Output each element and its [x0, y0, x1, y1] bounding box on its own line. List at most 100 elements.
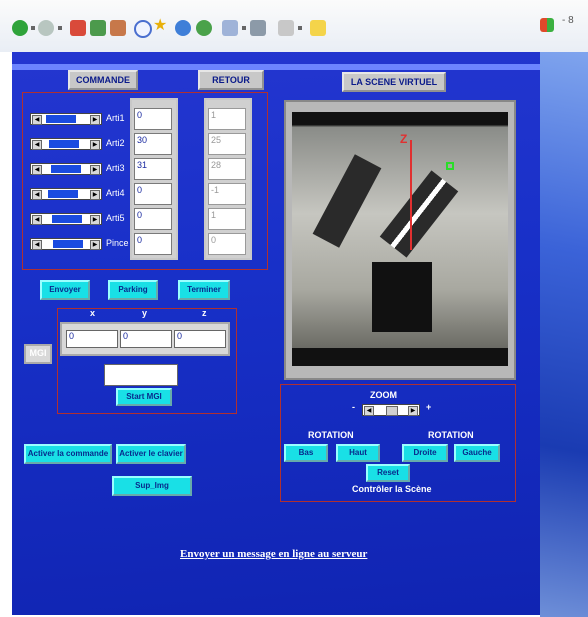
refresh-icon[interactable]	[90, 20, 106, 36]
scene-control-caption: Contrôler la Scène	[352, 484, 432, 494]
mgi-y-label: y	[142, 308, 148, 318]
joint-row: ◀ ▶ Arti4 0 -1	[30, 183, 260, 205]
tab-scene: LA SCENE VIRTUEL	[342, 72, 446, 92]
joint-slider-thumb[interactable]	[52, 240, 83, 248]
zoom-slider-thumb[interactable]	[385, 406, 398, 416]
joint-slider[interactable]: ◀ ▶	[30, 163, 102, 175]
zoom-label: ZOOM	[370, 390, 397, 400]
slider-left-arrow-icon[interactable]: ◀	[32, 140, 42, 150]
joint-slider[interactable]: ◀ ▶	[30, 188, 102, 200]
media-icon[interactable]	[175, 20, 191, 36]
joint-row: ◀ ▶ Arti1 0 1	[30, 108, 260, 130]
dropdown-arrow-icon[interactable]	[31, 26, 35, 30]
joint-label: Arti3	[106, 163, 125, 173]
scene-viewport[interactable]: Z	[292, 112, 508, 366]
joint-command-input[interactable]: 0	[134, 108, 172, 130]
gripper-marker	[446, 162, 454, 170]
joint-command-input[interactable]: 30	[134, 133, 172, 155]
joint-feedback-field: 0	[208, 233, 246, 255]
envoyer-button[interactable]: Envoyer	[40, 280, 90, 300]
joint-slider-thumb[interactable]	[48, 190, 79, 198]
joint-slider-thumb[interactable]	[51, 165, 82, 173]
print-icon[interactable]	[250, 20, 266, 36]
slider-right-arrow-icon[interactable]: ▶	[90, 215, 100, 225]
joint-command-input[interactable]: 31	[134, 158, 172, 180]
stop-icon[interactable]	[70, 20, 86, 36]
toolbar-text: - 8	[562, 15, 574, 26]
joint-slider[interactable]: ◀ ▶	[30, 138, 102, 150]
browser-toolbar: ★ - 8	[0, 0, 588, 52]
mgi-x-input[interactable]: 0	[66, 330, 118, 348]
activer-clavier-button[interactable]: Activer le clavier	[116, 444, 186, 464]
slider-left-arrow-icon[interactable]: ◀	[32, 165, 42, 175]
joint-label: Pince	[106, 238, 129, 248]
tab-retour: RETOUR	[198, 70, 264, 90]
windows-logo-icon	[540, 18, 554, 32]
mail-icon[interactable]	[222, 20, 238, 36]
joint-slider[interactable]: ◀ ▶	[30, 113, 102, 125]
start-mgi-button[interactable]: Start MGI	[116, 388, 172, 406]
robot-arm-left	[312, 154, 382, 248]
joint-label: Arti1	[106, 113, 125, 123]
forward-icon[interactable]	[38, 20, 54, 36]
joint-label: Arti4	[106, 188, 125, 198]
haut-button[interactable]: Haut	[336, 444, 380, 462]
dropdown-arrow-icon[interactable]	[298, 26, 302, 30]
send-message-link[interactable]: Envoyer un message en ligne au serveur	[180, 548, 367, 560]
terminer-button[interactable]: Terminer	[178, 280, 230, 300]
joint-feedback-field: 25	[208, 133, 246, 155]
slider-right-arrow-icon[interactable]: ▶	[90, 140, 100, 150]
zoom-minus-label: -	[352, 402, 355, 412]
slider-right-arrow-icon[interactable]: ▶	[90, 240, 100, 250]
slider-right-arrow-icon[interactable]: ▶	[90, 190, 100, 200]
back-icon[interactable]	[12, 20, 28, 36]
joint-slider-thumb[interactable]	[45, 115, 76, 123]
joint-command-input[interactable]: 0	[134, 208, 172, 230]
mgi-z-input[interactable]: 0	[174, 330, 226, 348]
edit-icon[interactable]	[278, 20, 294, 36]
slider-right-arrow-icon[interactable]: ▶	[408, 406, 418, 416]
bas-button[interactable]: Bas	[284, 444, 328, 462]
history-icon[interactable]	[196, 20, 212, 36]
axis-z-line	[410, 140, 412, 250]
control-panel: COMMANDE RETOUR LA SCENE VIRTUEL Envoyer…	[12, 52, 540, 615]
parking-button[interactable]: Parking	[108, 280, 158, 300]
joint-slider[interactable]: ◀ ▶	[30, 213, 102, 225]
joint-row: ◀ ▶ Arti2 30 25	[30, 133, 260, 155]
scene-viewport-frame: Z	[284, 100, 516, 380]
slider-right-arrow-icon[interactable]: ▶	[90, 165, 100, 175]
slider-left-arrow-icon[interactable]: ◀	[32, 240, 42, 250]
dropdown-arrow-icon[interactable]	[58, 26, 62, 30]
mgi-label: MGI	[29, 348, 47, 358]
joint-label: Arti5	[106, 213, 125, 223]
rotation-left-label: ROTATION	[308, 430, 354, 440]
search-icon[interactable]	[134, 20, 152, 38]
zoom-plus-label: +	[426, 402, 432, 412]
joint-command-input[interactable]: 0	[134, 233, 172, 255]
slider-left-arrow-icon[interactable]: ◀	[32, 215, 42, 225]
droite-button[interactable]: Droite	[402, 444, 448, 462]
zoom-slider[interactable]: ◀ ▶	[362, 404, 420, 416]
mgi-y-input[interactable]: 0	[120, 330, 172, 348]
joint-slider[interactable]: ◀ ▶	[30, 238, 102, 250]
slider-left-arrow-icon[interactable]: ◀	[364, 406, 374, 416]
reset-button[interactable]: Reset	[366, 464, 410, 482]
slider-right-arrow-icon[interactable]: ▶	[90, 115, 100, 125]
slider-left-arrow-icon[interactable]: ◀	[32, 115, 42, 125]
mgi-z-label: z	[202, 308, 207, 318]
dropdown-arrow-icon[interactable]	[242, 26, 246, 30]
joint-slider-thumb[interactable]	[52, 215, 82, 223]
axis-z-label: Z	[400, 132, 408, 146]
activer-commande-button[interactable]: Activer la commande	[24, 444, 112, 464]
slider-left-arrow-icon[interactable]: ◀	[32, 190, 42, 200]
gauche-button[interactable]: Gauche	[454, 444, 500, 462]
rotation-right-label: ROTATION	[428, 430, 474, 440]
sup-img-button[interactable]: Sup_Img	[112, 476, 192, 496]
joint-feedback-field: 28	[208, 158, 246, 180]
mgi-result-field[interactable]	[104, 364, 178, 386]
joint-slider-thumb[interactable]	[48, 140, 79, 148]
notes-icon[interactable]	[310, 20, 326, 36]
favorites-icon[interactable]: ★	[153, 15, 167, 35]
joint-command-input[interactable]: 0	[134, 183, 172, 205]
home-icon[interactable]	[110, 20, 126, 36]
